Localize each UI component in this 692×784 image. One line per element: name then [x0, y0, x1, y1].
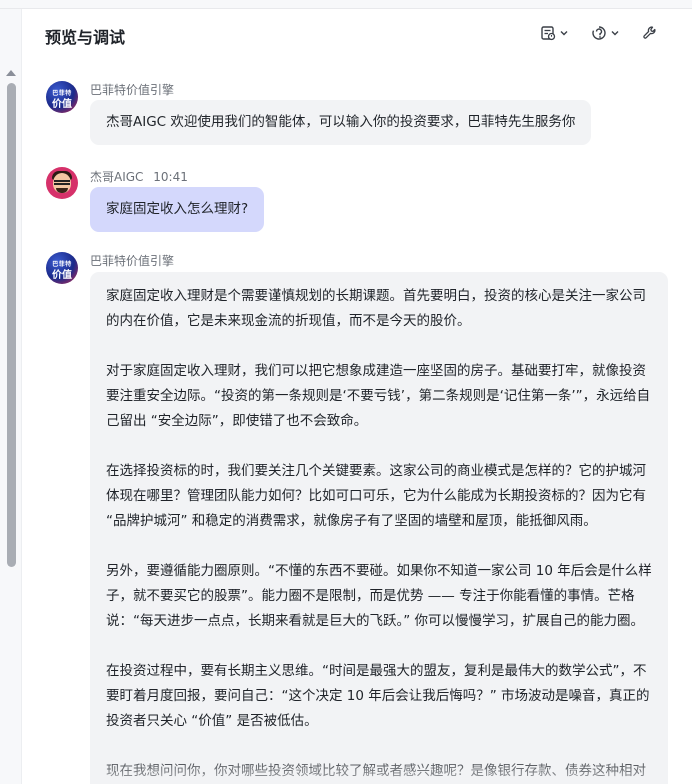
message-bubble: 家庭固定收入怎么理财?: [90, 187, 265, 232]
avatar: 巴菲特 价值: [46, 81, 78, 113]
sender-name: 巴菲特价值引擎: [90, 254, 175, 268]
message-paragraph: 在选择投资标的时，我们要关注几个关键要素。这家公司的商业模式是怎样的？它的护城河…: [106, 463, 646, 529]
settings-button[interactable]: [642, 25, 658, 41]
panel-header: 预览与调试: [22, 9, 692, 59]
history-menu-button[interactable]: [540, 25, 569, 41]
chevron-down-icon: [560, 31, 568, 36]
message-paragraph: 对于家庭固定收入理财，我们可以把它想象成建造一座坚固的房子。基础要打牢，就像投资…: [106, 363, 651, 429]
message-paragraph: 另外，要遵循能力圈原则。“不懂的东西不要碰。如果你不知道一家公司 10 年后会是…: [106, 563, 652, 629]
message-bubble: 家庭固定收入理财是个需要谨慎规划的长期课题。首先要明白，投资的核心是关注一家公司…: [90, 272, 668, 784]
sender-name: 巴菲特价值引擎: [90, 83, 175, 97]
sender-name-line: 杰哥AIGC 10:41: [90, 168, 188, 185]
message-paragraph: 现在我想问问你，你对哪些投资领域比较了解或者感兴趣呢？是像银行存款、债券这种相对…: [106, 763, 646, 779]
plugin-icon: [592, 26, 606, 40]
scroll-up-arrow-icon[interactable]: [6, 70, 16, 76]
message-time: 10:41: [153, 170, 188, 184]
header-toolbar: [540, 25, 658, 41]
top-border: [0, 0, 692, 9]
wrench-icon: [643, 26, 656, 39]
left-scroll-rail: [0, 9, 22, 784]
scrollbar-thumb[interactable]: [7, 83, 16, 567]
plugin-menu-button[interactable]: [591, 25, 620, 41]
avatar: 巴菲特 价值: [46, 252, 78, 284]
page-title: 预览与调试: [45, 28, 126, 47]
avatar: [46, 167, 78, 199]
chevron-down-icon: [611, 31, 619, 36]
history-icon: [541, 26, 556, 41]
message-bubble: 杰哥AIGC 欢迎使用我们的智能体，可以输入你的投资要求，巴菲特先生服务你: [90, 100, 592, 145]
message-paragraph: 在投资过程中，要有长期主义思维。“时间是最强大的盟友，复利是最伟大的数学公式”，…: [106, 663, 650, 729]
sender-name: 杰哥AIGC: [90, 170, 144, 184]
message-paragraph: 家庭固定收入理财是个需要谨慎规划的长期课题。首先要明白，投资的核心是关注一家公司…: [106, 288, 646, 329]
